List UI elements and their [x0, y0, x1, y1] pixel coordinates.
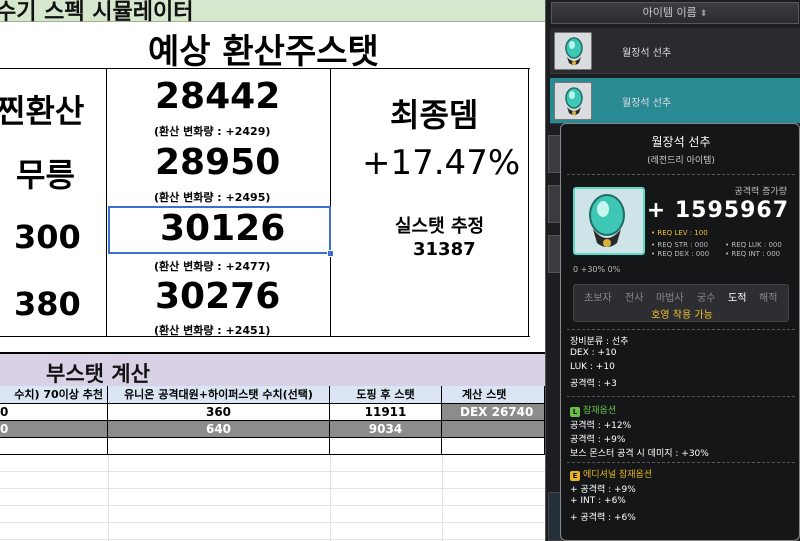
potential-line: 보스 몬스터 공격 시 데미지 : +30%	[570, 449, 709, 459]
additional-title-text: 에디셔널 잠재옵션	[583, 470, 653, 480]
additional-line: + 공격력 : +9%	[570, 485, 636, 495]
base-stat: DEX : +10	[570, 348, 617, 358]
item-label: 월장석 선추	[622, 98, 672, 109]
table-cell[interactable]	[442, 421, 545, 438]
job-label-active: 도적	[728, 293, 747, 304]
change-cell: (환산 변화량 : +2495)	[154, 191, 271, 204]
divider	[567, 396, 795, 397]
additional-badge-icon: E	[570, 471, 580, 481]
empty-grid	[0, 455, 545, 541]
sheet-title: 수기 스펙 시뮬레이터	[0, 0, 194, 25]
divider	[528, 68, 529, 336]
value-cell[interactable]: 28950	[155, 142, 280, 183]
sort-header-label: 아이템 이름	[642, 6, 697, 19]
potential-title: L 잠재옵션	[570, 403, 616, 417]
additional-potential-title: E 에디셔널 잠재옵션	[570, 467, 652, 481]
job-label: 전사	[625, 293, 644, 304]
job-label: 궁수	[697, 293, 716, 304]
final-value: +17.47%	[362, 143, 521, 183]
base-stat: 장비분류 : 선추	[570, 337, 629, 347]
spreadsheet: 수기 스펙 시뮬레이터 예상 환산주스탯 찐환산 무릉 300 380 2844…	[0, 0, 545, 541]
main-title: 예상 환산주스탯	[148, 32, 379, 72]
change-cell: (환산 변화량 : +2477)	[154, 260, 271, 273]
moonstone-icon	[565, 37, 583, 65]
divider	[330, 68, 331, 336]
table-cell[interactable]: 640	[108, 421, 330, 438]
tooltip-item-name: 월장석 선추	[651, 135, 711, 149]
item-icon	[573, 187, 645, 255]
potential-line: 공격력 : +9%	[570, 435, 626, 445]
item-thumbnail	[554, 82, 592, 120]
final-label: 최종뎀	[390, 96, 479, 134]
divider	[567, 462, 795, 463]
change-cell: (환산 변화량 : +2429)	[154, 125, 271, 138]
column-header[interactable]: 계산 스탯	[442, 386, 545, 404]
column-header[interactable]: 수치) 70이상 추천	[0, 386, 108, 404]
value-cell[interactable]: 28442	[155, 76, 280, 117]
moonstone-icon	[589, 194, 625, 247]
table-cell[interactable]: 11911	[330, 404, 442, 421]
row-label: 무릉	[16, 156, 75, 194]
req-str: • REQ STR : 000	[651, 241, 709, 249]
job-requirement-box: 초보자 전사 마법사 궁수 도적 해적 호영 착용 가능	[573, 284, 789, 322]
sort-header[interactable]: 아이템 이름 ⬍	[551, 2, 799, 24]
job-note: 호영 착용 가능	[651, 310, 713, 321]
potential-line: 공격력 : +12%	[570, 421, 632, 431]
change-cell: (환산 변화량 : +2451)	[154, 324, 271, 337]
job-label: 초보자	[584, 293, 612, 304]
sort-icon: ⬍	[699, 9, 708, 19]
attack-increase-label: 공격력 증가량	[734, 187, 787, 197]
table-cell[interactable]: 9034	[330, 421, 442, 438]
table-cell[interactable]: 0	[0, 421, 108, 438]
divider	[108, 455, 109, 541]
req-dex: • REQ DEX : 000	[651, 250, 710, 258]
row-label: 300	[14, 218, 81, 256]
column-header[interactable]: 유니온 공격대원+하이퍼스탯 수치(선택)	[108, 386, 330, 404]
item-thumbnail	[554, 32, 592, 70]
value-cell[interactable]: 30276	[155, 276, 280, 317]
potential-badge-icon: L	[570, 407, 580, 417]
base-stat: LUK : +10	[570, 362, 615, 372]
divider	[567, 329, 795, 330]
table-cell[interactable]	[0, 438, 108, 455]
column-header[interactable]: 도핑 후 스탯	[330, 386, 442, 404]
divider	[0, 68, 530, 69]
row-label: 380	[14, 285, 81, 323]
item-label: 월장석 선추	[622, 48, 672, 59]
boost-section-header: 부스탯 계산	[0, 352, 545, 386]
item-tooltip: 월장석 선추 (레전드리 아이템) 공격력 증가량 + 1595967 • RE…	[560, 123, 800, 541]
list-item[interactable]: 월장석 선추	[550, 78, 800, 124]
moonstone-icon	[565, 87, 583, 115]
potential-title-text: 잠재옵션	[583, 406, 617, 416]
req-int: • REQ INT : 000	[725, 250, 781, 258]
divider	[567, 174, 795, 175]
table-cell[interactable]: DEX 26740	[442, 404, 545, 421]
additional-line: + 공격력 : +6%	[570, 513, 636, 523]
table-cell[interactable]: 360	[108, 404, 330, 421]
row-label: 찐환산	[0, 92, 85, 130]
req-luk: • REQ LUK : 000	[725, 241, 782, 249]
additional-line: + INT : +6%	[570, 496, 626, 506]
selected-cell[interactable]	[108, 206, 331, 254]
sheet-title-bar: 수기 스펙 시뮬레이터	[0, 0, 545, 25]
fill-handle[interactable]	[327, 250, 334, 257]
table-cell[interactable]: 0	[0, 404, 108, 421]
tooltip-grade: (레전드리 아이템)	[647, 156, 715, 166]
list-item[interactable]: 월장석 선추	[550, 28, 800, 74]
table-cell[interactable]	[442, 438, 545, 455]
real-label: 실스탯 추정	[395, 216, 485, 237]
real-value: 31387	[413, 239, 476, 260]
req-level: • REQ LEV : 100	[651, 229, 708, 237]
table-cell[interactable]	[330, 438, 442, 455]
upgrade-info: 0 +30% 0%	[573, 265, 621, 274]
divider	[106, 68, 107, 336]
job-label: 해적	[759, 293, 778, 304]
base-stat: 공격력 : +3	[570, 379, 617, 389]
attack-increase-value: + 1595967	[646, 198, 789, 223]
table-cell[interactable]	[108, 438, 330, 455]
boost-title: 부스탯 계산	[46, 362, 150, 386]
job-label: 마법사	[656, 293, 684, 304]
divider	[442, 455, 443, 541]
divider	[330, 455, 331, 541]
